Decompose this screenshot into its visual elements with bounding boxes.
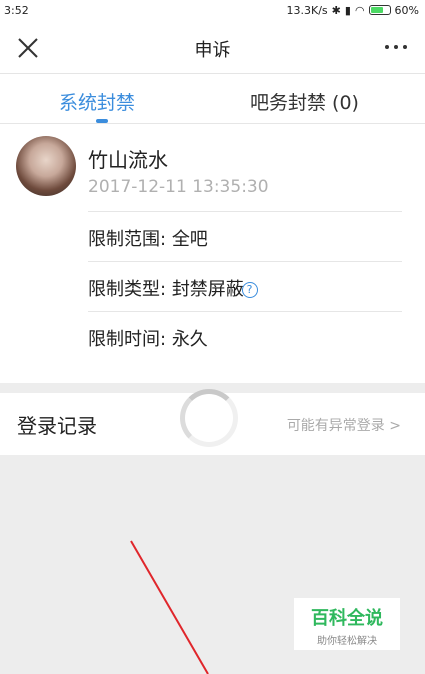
battery-icon xyxy=(368,5,391,15)
ban-scope-label: 限制范围: xyxy=(88,229,167,250)
ban-duration-value: 永久 xyxy=(171,329,208,350)
username: 竹山流水 xyxy=(88,148,168,172)
ban-info-card: 竹山流水 2017-12-11 13:35:30 限制范围: 全吧 限制类型: … xyxy=(0,124,425,383)
page-title: 申诉 xyxy=(194,40,231,61)
tab-admin-ban[interactable]: 吧务封禁 (0) xyxy=(250,88,359,115)
ban-type-label: 限制类型: xyxy=(88,279,167,300)
loading-spinner-icon xyxy=(180,389,238,447)
avatar xyxy=(16,136,76,196)
wifi-icon: ◠ xyxy=(354,3,365,17)
ban-type-row: 限制类型: 封禁屏蔽 ? xyxy=(88,261,402,311)
network-speed: 13.3K/s xyxy=(286,3,328,17)
tab-bar: 系统封禁 吧务封禁 (0) xyxy=(0,74,425,124)
ban-type-value: 封禁屏蔽 xyxy=(171,279,244,300)
status-time: 3:52 xyxy=(4,3,29,17)
watermark-subtitle: 助你轻松解决 xyxy=(317,636,377,647)
login-record-label: 登录记录 xyxy=(17,414,97,438)
ban-scope-value: 全吧 xyxy=(171,229,208,250)
bluetooth-icon: ✱ xyxy=(331,3,341,17)
status-bar: 3:52 13.3K/s ✱ ▮ ◠ 60% xyxy=(0,0,425,20)
login-record-row[interactable]: 登录记录 可能有异常登录 > xyxy=(0,389,425,455)
watermark-logo: 百科全说 助你轻松解决 xyxy=(294,598,400,650)
tab-indicator xyxy=(96,119,108,123)
watermark-title: 百科全说 xyxy=(311,608,383,629)
tab-system-ban[interactable]: 系统封禁 xyxy=(59,88,135,115)
nav-bar: 申诉 xyxy=(0,20,425,74)
more-icon[interactable] xyxy=(385,45,407,49)
ban-duration-row: 限制时间: 永久 xyxy=(88,311,402,361)
help-icon[interactable]: ? xyxy=(241,282,258,298)
status-icons: 13.3K/s ✱ ▮ ◠ 60% xyxy=(287,4,420,17)
abnormal-login-link[interactable]: 可能有异常登录 > xyxy=(287,415,401,435)
battery-percent: 60% xyxy=(394,3,419,17)
ban-duration-label: 限制时间: xyxy=(88,329,167,350)
ban-timestamp: 2017-12-11 13:35:30 xyxy=(88,177,269,197)
ban-scope-row: 限制范围: 全吧 xyxy=(88,211,402,261)
signal-icon: ▮ xyxy=(344,3,351,17)
